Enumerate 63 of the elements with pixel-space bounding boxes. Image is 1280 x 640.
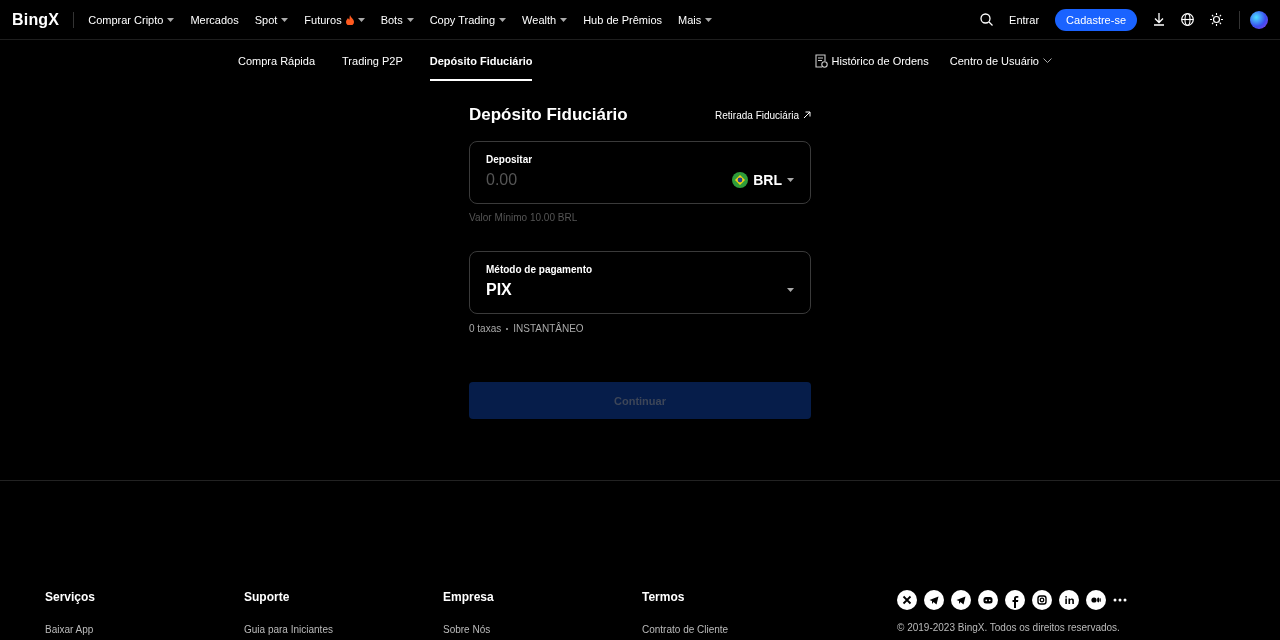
payment-method-select[interactable]: Método de pagamento PIX bbox=[469, 251, 811, 314]
caret-icon bbox=[787, 178, 794, 182]
currency-select[interactable]: BRL bbox=[732, 172, 794, 188]
document-clock-icon bbox=[814, 53, 828, 68]
copyright-text: © 2019-2023 BingX. Todos os direitos reservados. bbox=[897, 622, 1121, 633]
tab[interactable]: Trading P2P bbox=[342, 40, 403, 81]
user-center-menu[interactable]: Centro de Usuário bbox=[949, 54, 1052, 67]
linkedin-icon[interactable] bbox=[1059, 590, 1079, 610]
download-icon[interactable] bbox=[1153, 13, 1165, 26]
nav-item[interactable]: Mais bbox=[670, 13, 721, 26]
fees-text: 0 taxas bbox=[469, 323, 502, 334]
nav-item[interactable]: Mercados bbox=[182, 13, 247, 26]
facebook-icon[interactable] bbox=[1005, 590, 1025, 610]
arrow-icon bbox=[803, 111, 811, 119]
withdraw-link[interactable]: Retirada Fiduciária bbox=[715, 109, 811, 121]
telegram-icon[interactable] bbox=[951, 590, 971, 610]
footer-heading: Empresa bbox=[443, 590, 495, 604]
sun-icon[interactable] bbox=[1210, 13, 1223, 26]
instagram-icon[interactable] bbox=[1032, 590, 1052, 610]
page-title: Depósito Fiduciário bbox=[469, 105, 628, 125]
field-label: Depositar bbox=[486, 154, 534, 165]
nav-item[interactable]: Spot bbox=[246, 13, 297, 26]
medium-icon[interactable] bbox=[1086, 590, 1106, 610]
footer-link[interactable]: Guia para Iniciantes bbox=[244, 624, 443, 635]
nav-item[interactable]: Wealth bbox=[514, 13, 576, 26]
logo[interactable]: BingX bbox=[12, 11, 75, 28]
caret-icon bbox=[499, 17, 507, 22]
flag-icon bbox=[732, 172, 749, 188]
caret-icon bbox=[787, 288, 794, 292]
speed-text: INSTANTÂNEO bbox=[513, 323, 584, 334]
nav-item[interactable]: Futuros bbox=[296, 13, 373, 26]
footer-heading: Serviços bbox=[45, 590, 97, 604]
tab[interactable]: Compra Rápida bbox=[238, 40, 316, 81]
nav-item[interactable]: Copy Trading bbox=[421, 13, 515, 26]
caret-icon bbox=[406, 17, 414, 22]
amount-input[interactable]: 0.00 bbox=[486, 171, 733, 189]
signup-button[interactable]: Cadastre-se bbox=[1055, 8, 1137, 31]
nav-item[interactable]: Comprar Cripto bbox=[80, 13, 183, 26]
globe-icon[interactable] bbox=[1181, 13, 1194, 26]
footer-heading: Suporte bbox=[244, 590, 291, 604]
avatar[interactable] bbox=[1250, 10, 1268, 29]
telegram-icon[interactable] bbox=[924, 590, 944, 610]
footer-link[interactable]: Baixar App bbox=[45, 624, 244, 635]
caret-icon bbox=[167, 17, 175, 22]
minimum-hint: Valor Mínimo 10.00 BRL bbox=[469, 212, 579, 223]
caret-icon bbox=[281, 17, 289, 22]
tab[interactable]: Depósito Fiduciário bbox=[429, 40, 533, 81]
search-icon[interactable] bbox=[980, 13, 994, 26]
flame-icon bbox=[345, 14, 354, 25]
caret-icon bbox=[560, 17, 568, 22]
discord-icon[interactable] bbox=[978, 590, 998, 610]
login-link[interactable]: Entrar bbox=[1009, 13, 1040, 26]
nav-item[interactable]: Bots bbox=[372, 13, 422, 26]
chevron-icon bbox=[1043, 58, 1052, 63]
x-icon[interactable] bbox=[897, 590, 917, 610]
caret-icon bbox=[357, 17, 365, 22]
more-icon[interactable] bbox=[1113, 598, 1127, 602]
caret-icon bbox=[705, 17, 713, 22]
footer-link[interactable]: Contrato de Cliente bbox=[642, 624, 841, 635]
nav-item[interactable]: Hub de Prêmios bbox=[575, 13, 670, 26]
footer-heading: Termos bbox=[642, 590, 686, 604]
footer-link[interactable]: Sobre Nós bbox=[443, 624, 642, 635]
order-history-link[interactable]: Histórico de Ordens bbox=[814, 53, 929, 68]
